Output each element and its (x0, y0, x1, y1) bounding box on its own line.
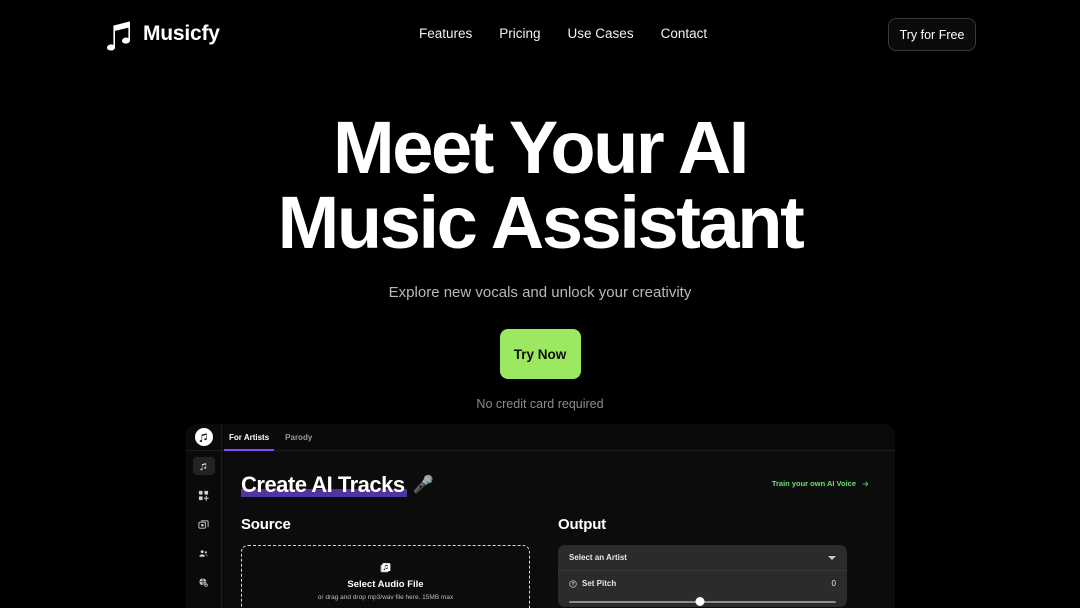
app-title-group: Create AI Tracks 🎤 (241, 472, 434, 498)
sidebar-item-tracks[interactable] (192, 457, 215, 475)
microphone-icon: 🎤 (412, 475, 434, 494)
train-voice-label: Train your own AI Voice (771, 479, 856, 488)
sidebar-item-create[interactable] (193, 486, 215, 504)
try-for-free-button[interactable]: Try for Free (888, 18, 976, 51)
app-tabs: For Artists Parody (222, 424, 312, 451)
audio-file-icon (380, 562, 391, 572)
sidebar-item-community[interactable] (193, 544, 215, 562)
app-title: Create AI Tracks (241, 472, 405, 497)
pitch-slider[interactable] (569, 597, 836, 607)
app-header-row: Create AI Tracks 🎤 Train your own AI Voi… (241, 472, 870, 498)
dropzone-subtitle: or drag and drop mp3/wav file here. 15MB… (317, 593, 454, 601)
nav-item-contact[interactable]: Contact (661, 26, 708, 41)
app-sidebar (186, 451, 222, 608)
question-circle-icon[interactable] (569, 579, 577, 588)
music-note-icon (107, 21, 130, 51)
app-preview: For Artists Parody Create AI Tracks 🎤 Tr… (186, 424, 895, 608)
arrow-right-icon (862, 481, 869, 486)
audio-dropzone[interactable]: Select Audio File or drag and drop mp3/w… (241, 545, 530, 608)
output-heading: Output (558, 516, 606, 533)
train-voice-link[interactable]: Train your own AI Voice (772, 479, 870, 488)
try-now-button[interactable]: Try Now (499, 329, 581, 379)
chevron-down-icon (828, 555, 836, 560)
sidebar-item-library[interactable] (193, 515, 215, 533)
artist-select-label: Select an Artist (569, 553, 627, 562)
app-main: Create AI Tracks 🎤 Train your own AI Voi… (222, 451, 895, 608)
layers-icon (198, 519, 209, 529)
output-pane: Output Select an Artist Set Pitch 0 (558, 516, 847, 608)
app-topbar: For Artists Parody (186, 424, 895, 451)
landing-page: Musicfy Features Pricing Use Cases Conta… (0, 0, 1080, 608)
editor-panes: Source Select Audio File or drag and dro… (241, 516, 870, 608)
pitch-control: Set Pitch 0 (558, 571, 847, 607)
nav-item-use-cases[interactable]: Use Cases (568, 26, 634, 41)
globe-lock-icon (199, 577, 209, 587)
page-title: Meet Your AI Music Assistant (277, 106, 805, 264)
nav-item-pricing[interactable]: Pricing (499, 26, 540, 41)
users-icon (199, 549, 208, 557)
source-heading: Source (241, 516, 291, 533)
hero-subtitle: Explore new vocals and unlock your creat… (388, 284, 692, 301)
main-nav: Features Pricing Use Cases Contact (419, 26, 707, 41)
source-pane: Source Select Audio File or drag and dro… (241, 516, 530, 608)
artist-select[interactable]: Select an Artist (558, 545, 847, 571)
brand-logo-group[interactable]: Musicfy (104, 17, 220, 51)
dropzone-title: Select Audio File (347, 578, 424, 590)
pitch-header: Set Pitch 0 (569, 579, 836, 588)
tab-parody[interactable]: Parody (285, 424, 312, 451)
pitch-label: Set Pitch (582, 579, 617, 588)
music-note-circle-icon (194, 428, 213, 446)
music-note-icon (200, 462, 207, 470)
brand-name: Musicfy (143, 22, 220, 45)
grid-plus-icon (198, 490, 209, 501)
nav-item-features[interactable]: Features (419, 26, 472, 41)
no-credit-card-note: No credit card required (476, 397, 604, 411)
pitch-value: 0 (831, 579, 836, 588)
sidebar-item-explore[interactable] (193, 573, 215, 591)
slider-thumb[interactable] (695, 597, 705, 606)
site-header: Musicfy Features Pricing Use Cases Conta… (0, 0, 1080, 69)
music-note-icon (199, 432, 207, 442)
output-card: Select an Artist Set Pitch 0 (558, 545, 847, 607)
tab-for-artists[interactable]: For Artists (223, 424, 275, 451)
pitch-label-group: Set Pitch (569, 579, 616, 588)
app-logo-cell[interactable] (186, 424, 222, 451)
hero-section: Meet Your AI Music Assistant Explore new… (0, 110, 1080, 411)
